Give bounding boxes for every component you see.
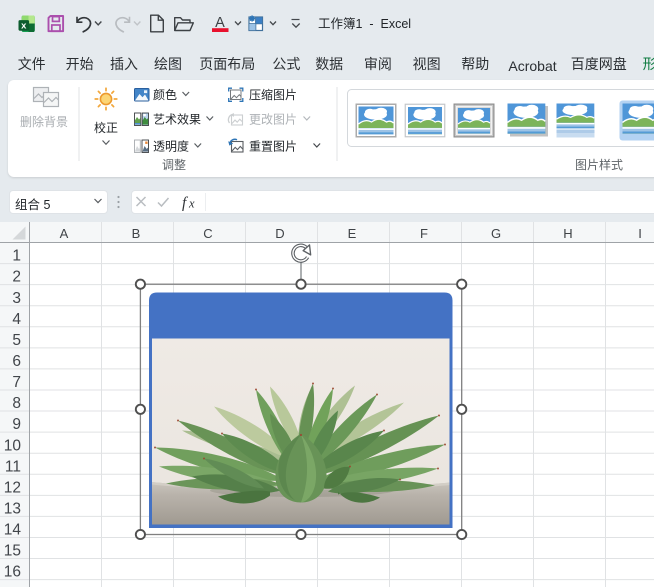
svg-text:14: 14 [4,518,22,540]
svg-text:17: 17 [4,581,21,587]
svg-text:x: x [21,18,27,32]
svg-text:9: 9 [12,412,21,434]
svg-text:A: A [60,223,69,242]
svg-text:图片样式: 图片样式 [575,156,623,173]
svg-text:16: 16 [4,560,21,582]
svg-text:压缩图片: 压缩图片 [249,86,297,103]
svg-text:5: 5 [12,328,21,350]
svg-text:3: 3 [12,286,21,308]
svg-text:重置图片: 重置图片 [249,138,297,155]
svg-text:I: I [638,223,642,242]
svg-text:x: x [188,197,195,211]
svg-text:6: 6 [12,349,21,371]
svg-text:8: 8 [12,391,21,413]
svg-text:7: 7 [12,370,21,392]
svg-text:12: 12 [4,475,21,497]
svg-text:颜色: 颜色 [153,86,177,103]
svg-text:15: 15 [4,539,21,561]
svg-text:F: F [420,223,428,242]
svg-text:13: 13 [4,496,21,518]
svg-text:D: D [275,223,284,242]
svg-text:2: 2 [12,265,21,287]
svg-text:透明度: 透明度 [153,138,189,155]
svg-text:E: E [348,223,357,242]
svg-text:工作簿1 - Excel: 工作簿1 - Excel [318,13,411,32]
svg-text:10: 10 [4,433,22,455]
svg-text:B: B [132,223,141,242]
svg-text:调整: 调整 [162,156,186,173]
svg-text:4: 4 [12,307,21,329]
svg-text:f: f [182,195,189,212]
svg-text:校正: 校正 [94,119,118,136]
svg-text:H: H [563,223,572,242]
svg-text:删除背景: 删除背景 [20,113,68,130]
svg-text:1: 1 [12,244,21,266]
svg-text:更改图片: 更改图片 [249,111,297,128]
svg-text:11: 11 [5,454,21,476]
svg-text:G: G [491,223,501,242]
svg-text:C: C [203,223,212,242]
svg-text:艺术效果: 艺术效果 [153,111,201,128]
